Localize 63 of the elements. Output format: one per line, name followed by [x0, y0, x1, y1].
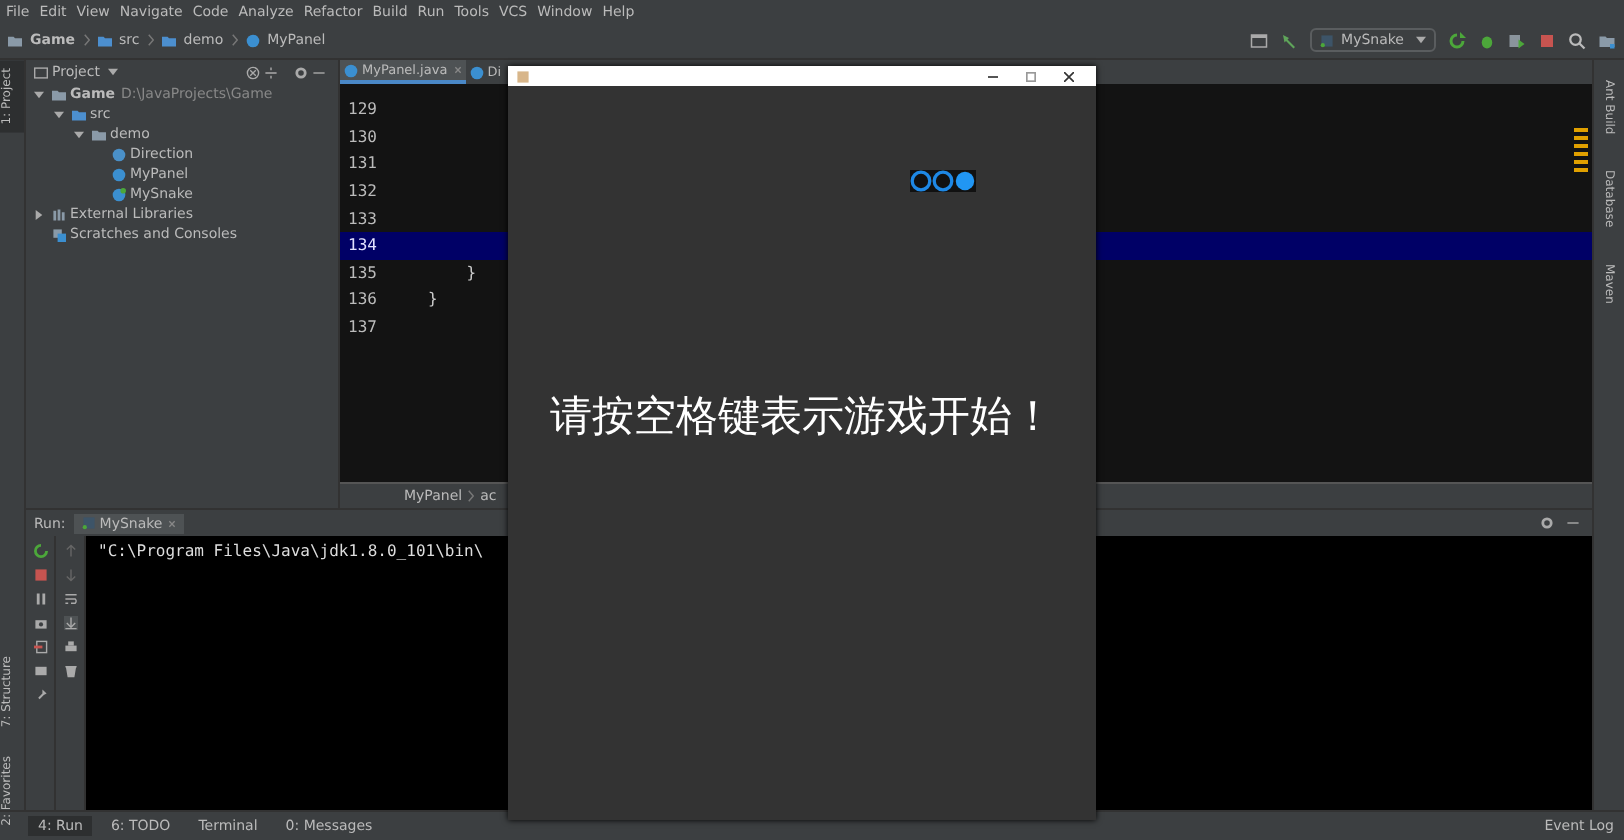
- settings-icon[interactable]: [1540, 516, 1554, 530]
- class-icon: [469, 65, 484, 79]
- maximize-icon[interactable]: [1026, 71, 1036, 81]
- code-line: }: [428, 290, 438, 309]
- chevron-icon: [468, 490, 475, 502]
- pause-icon[interactable]: [33, 592, 47, 606]
- window-icon[interactable]: [1249, 31, 1268, 49]
- start-message: 请按空格键表示游戏开始！: [550, 389, 1054, 443]
- chevron-icon: [147, 34, 154, 46]
- line-number: 133: [346, 209, 379, 228]
- trash-icon[interactable]: [63, 664, 77, 678]
- snake-drawing: [910, 170, 976, 192]
- collapse-arrow-icon[interactable]: [54, 109, 64, 119]
- app-icon: [81, 516, 96, 530]
- folder-icon[interactable]: [1598, 31, 1616, 49]
- code-line: }: [464, 263, 477, 282]
- exit-icon[interactable]: [33, 640, 47, 654]
- chevron-icon: [231, 34, 238, 46]
- collapse-arrow-icon[interactable]: [74, 129, 84, 139]
- rerun-icon[interactable]: [1448, 31, 1466, 49]
- rerun-icon[interactable]: [33, 544, 47, 558]
- scroll-to-end-icon[interactable]: [63, 616, 77, 630]
- class-icon: [112, 167, 126, 181]
- chevron-icon: [83, 34, 90, 46]
- scratch-icon: [52, 227, 66, 241]
- stop-icon[interactable]: [33, 568, 47, 582]
- caret-icon: [1416, 36, 1426, 44]
- folder-icon: [97, 33, 112, 47]
- caret-icon[interactable]: [107, 68, 118, 76]
- panel-icon: [34, 65, 48, 79]
- line-number: 132: [346, 182, 379, 201]
- line-number: 131: [346, 154, 379, 173]
- folder-icon: [8, 33, 22, 47]
- java-icon: [516, 69, 530, 83]
- library-icon: [52, 207, 66, 221]
- camera-icon[interactable]: [33, 616, 47, 630]
- minimize-icon[interactable]: [988, 71, 998, 81]
- console-line: "C:\Program Files\Java\jdk1.8.0_101\bin\: [98, 542, 486, 560]
- folder-icon: [161, 33, 176, 47]
- print-icon[interactable]: [63, 640, 77, 654]
- line-number: 136: [346, 290, 379, 309]
- line-number: 135: [346, 263, 379, 282]
- settings-icon[interactable]: [294, 65, 308, 79]
- close-icon[interactable]: [1064, 71, 1074, 81]
- line-number: 137: [346, 318, 379, 337]
- class-icon: [245, 33, 260, 47]
- app-icon: [1319, 33, 1334, 47]
- coverage-icon[interactable]: [1508, 31, 1526, 49]
- target-icon[interactable]: [246, 65, 260, 79]
- enum-icon: [112, 147, 126, 161]
- search-icon[interactable]: [1568, 31, 1586, 49]
- line-number: 129: [346, 100, 379, 119]
- minimize-icon[interactable]: [1566, 516, 1580, 530]
- class-icon: [344, 63, 358, 77]
- class-icon: [112, 187, 126, 201]
- wrap-icon[interactable]: [63, 592, 77, 606]
- line-number: 134: [346, 236, 379, 255]
- collapse-arrow-icon[interactable]: [34, 89, 44, 99]
- layout-icon[interactable]: [33, 664, 47, 678]
- line-number: 130: [346, 127, 379, 146]
- collapse-icon[interactable]: [264, 65, 278, 79]
- expand-arrow-icon[interactable]: [34, 209, 44, 219]
- stop-icon[interactable]: [1538, 31, 1556, 49]
